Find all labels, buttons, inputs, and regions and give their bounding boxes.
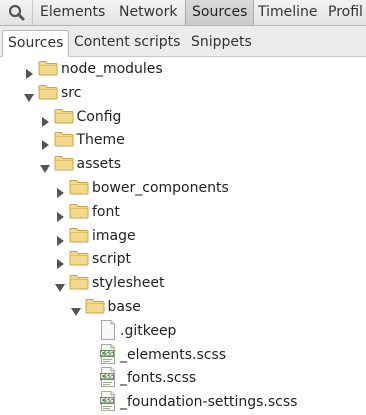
tree-item-label: script <box>92 251 132 268</box>
css-file-icon: CSS <box>100 367 116 388</box>
folder-icon <box>38 60 58 76</box>
tree-item-label: font <box>92 203 120 220</box>
tree-item-label: Theme <box>76 132 125 149</box>
folder-icon <box>69 179 89 195</box>
tree-folder-row[interactable]: base <box>0 295 366 319</box>
disclosure-collapsed-icon[interactable] <box>55 207 65 222</box>
sources-navigator-tabs: Sources Content scripts Snippets <box>0 26 366 57</box>
css-file-icon: CSS <box>100 343 116 364</box>
svg-text:CSS: CSS <box>101 398 114 405</box>
svg-text:CSS: CSS <box>101 374 114 381</box>
disclosure-collapsed-icon[interactable] <box>40 112 50 127</box>
tree-folder-row[interactable]: assets <box>0 152 366 176</box>
tree-item-label: image <box>92 227 136 244</box>
tree-folder-row[interactable]: src <box>0 81 366 105</box>
file-tree: node_modulessrc Config Theme assets bower_co… <box>0 57 366 412</box>
folder-icon <box>85 298 105 314</box>
tree-item-label: src <box>61 84 82 101</box>
tree-folder-row[interactable]: bower_components <box>0 176 366 200</box>
tree-folder-row[interactable]: script <box>0 247 366 271</box>
tree-item-label: bower_components <box>92 180 229 196</box>
disclosure-collapsed-icon[interactable] <box>55 231 65 246</box>
tab-network[interactable]: Network <box>113 0 183 25</box>
folder-icon <box>54 155 74 171</box>
tree-folder-row[interactable]: node_modules <box>0 57 366 81</box>
tree-item-label: _fonts.scss <box>120 370 197 387</box>
tree-item-label: .gitkeep <box>120 322 177 339</box>
toolbar-separator <box>32 0 33 25</box>
devtools-toolbar: Elements Network Sources Timeline Profil <box>0 0 366 26</box>
tree-item-label: assets <box>76 156 122 173</box>
tree-file-row[interactable]: .gitkeep <box>0 319 366 343</box>
blank-file-icon <box>100 319 116 340</box>
subtab-sources[interactable]: Sources <box>2 30 70 57</box>
tree-file-row[interactable]: CSS _fonts.scss <box>0 366 366 390</box>
tree-item-label: node_modules <box>61 61 163 77</box>
folder-icon <box>69 203 89 219</box>
folder-icon <box>54 131 74 147</box>
folder-icon <box>69 274 89 290</box>
folder-icon <box>38 84 58 100</box>
tree-folder-row[interactable]: Config <box>0 105 366 129</box>
folder-icon <box>69 250 89 266</box>
subtab-snippets[interactable]: Snippets <box>186 30 257 56</box>
tab-timeline[interactable]: Timeline <box>252 0 324 25</box>
tab-elements[interactable]: Elements <box>34 0 111 25</box>
disclosure-collapsed-icon[interactable] <box>40 135 50 151</box>
css-file-icon: CSS <box>100 391 116 412</box>
disclosure-expanded-icon[interactable] <box>70 302 81 316</box>
disclosure-expanded-icon[interactable] <box>55 278 65 293</box>
search-icon[interactable] <box>6 3 28 23</box>
svg-text:CSS: CSS <box>101 350 114 357</box>
folder-icon <box>69 227 89 243</box>
tree-folder-row[interactable]: font <box>0 200 366 224</box>
disclosure-expanded-icon[interactable] <box>39 159 50 174</box>
tree-file-row[interactable]: CSS _elements.scss <box>0 343 366 367</box>
tab-sources[interactable]: Sources <box>185 0 255 25</box>
tree-item-label: base <box>107 299 141 315</box>
tree-item-label: _elements.scss <box>120 346 227 363</box>
disclosure-collapsed-icon[interactable] <box>55 254 65 270</box>
tree-item-label: Config <box>76 108 122 125</box>
tree-item-label: stylesheet <box>92 275 165 292</box>
tab-profiles[interactable]: Profil <box>322 0 366 25</box>
folder-icon <box>54 108 74 124</box>
disclosure-collapsed-icon[interactable] <box>24 64 34 79</box>
tree-folder-row[interactable]: stylesheet <box>0 271 366 295</box>
subtab-content-scripts[interactable]: Content scripts <box>69 30 185 56</box>
disclosure-expanded-icon[interactable] <box>24 88 34 102</box>
tree-folder-row[interactable]: image <box>0 224 366 248</box>
disclosure-collapsed-icon[interactable] <box>55 183 65 198</box>
tree-folder-row[interactable]: Theme <box>0 128 366 152</box>
